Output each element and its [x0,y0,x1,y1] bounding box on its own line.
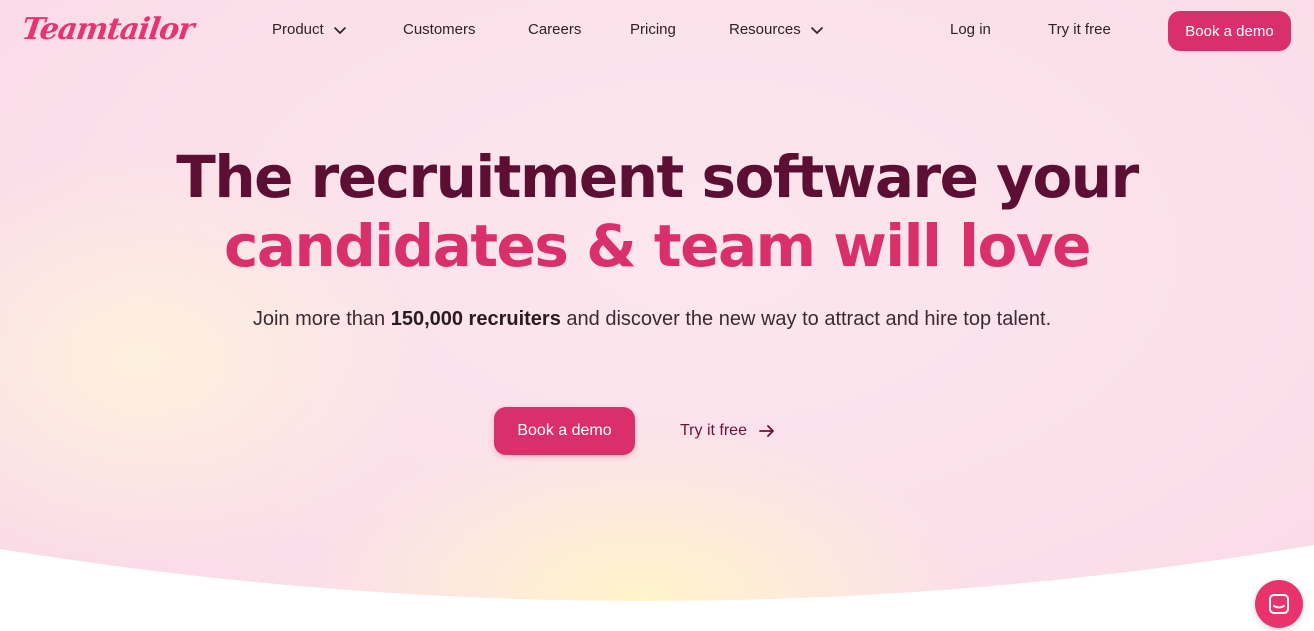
nav-item-label: Resources [729,21,801,38]
hero-try-free-link[interactable]: Try it free [680,419,777,443]
nav-item-resources[interactable]: Resources [729,21,825,38]
chat-icon [1269,594,1289,614]
nav-item-pricing[interactable]: Pricing [630,21,676,38]
subtitle-bold: 150,000 recruiters [390,308,561,330]
nav-item-label: Customers [403,21,476,38]
nav-item-product[interactable]: Product [272,21,348,38]
book-demo-button[interactable]: Book a demo [1168,11,1291,51]
chevron-down-icon [333,26,346,34]
try-free-link[interactable]: Try it free [1048,21,1111,38]
hero-title-line2: candidates & team will love [223,212,1092,280]
subtitle-pre: Join more than [252,308,391,330]
nav-item-label: Product [272,21,324,38]
nav-item-label: Careers [528,21,582,38]
login-link[interactable]: Log in [950,21,991,38]
hero-book-demo-button[interactable]: Book a demo [494,407,635,455]
login-label: Log in [950,21,991,38]
top-navigation: Teamtailor Product Customers Careers Pri… [0,0,1314,62]
hero-title-line1: The recruitment software your [176,143,1139,211]
chevron-down-icon [810,26,823,34]
try-free-label: Try it free [1048,21,1111,38]
bottom-wave [0,545,1314,631]
try-free-label: Try it free [680,422,747,439]
hero-subtitle: Join more than 150,000 recruiters and di… [252,303,1052,335]
teamtailor-logo[interactable]: Teamtailor [19,12,196,48]
nav-item-label: Pricing [630,21,676,38]
subtitle-post: and discover the new way to attract and … [560,308,1052,330]
chat-launcher-button[interactable] [1255,580,1303,628]
nav-item-customers[interactable]: Customers [403,21,476,38]
arrow-right-icon [759,425,774,437]
nav-item-careers[interactable]: Careers [528,21,581,38]
